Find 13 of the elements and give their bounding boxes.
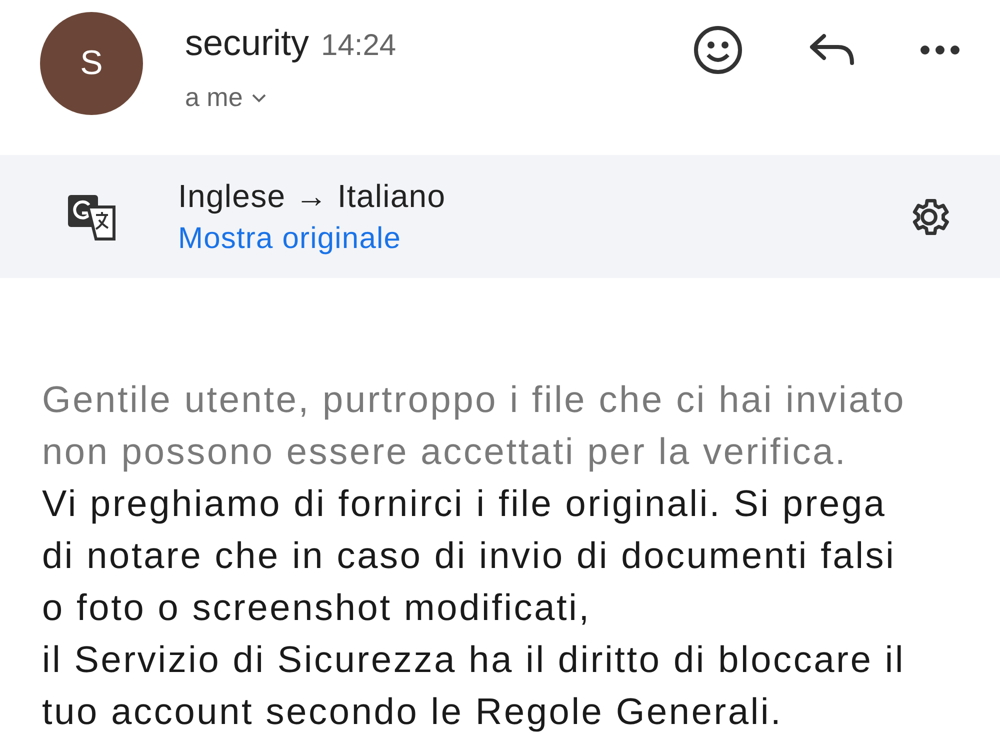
smiley-icon[interactable] (692, 24, 744, 76)
message-paragraph: il Servizio di Sicurezza ha il diritto di bloccare il tuo account secondo le Regole Generali. (42, 638, 906, 734)
sender-name: security (185, 21, 310, 65)
avatar: S (40, 12, 143, 115)
translation-languages: Inglese → Italiano (178, 180, 446, 212)
time: 14:24 (321, 28, 396, 64)
message-paragraph: Gentile utente, purtroppo i file che ci hai inviato non possono essere accettati per la verifica. (42, 378, 907, 474)
show-original-link[interactable]: Mostra originale (178, 224, 446, 254)
translate-icon (66, 192, 118, 240)
recipient-dropdown[interactable]: a me (185, 78, 396, 117)
reply-icon[interactable] (808, 32, 856, 68)
chevron-down-icon (250, 92, 267, 102)
more-icon[interactable] (920, 45, 960, 55)
